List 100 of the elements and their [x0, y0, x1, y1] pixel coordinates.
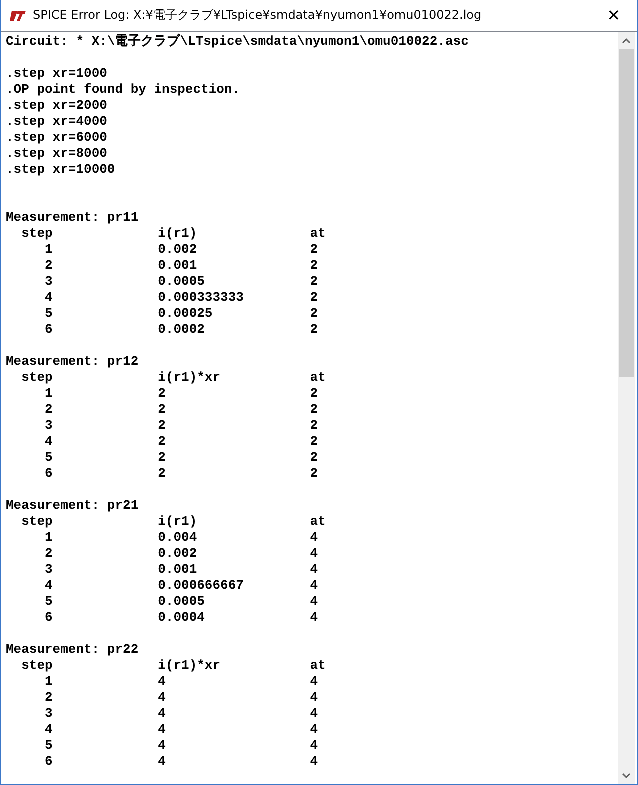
table-cell: 0.0005 [158, 274, 205, 289]
log-line: .step xr=2000 [6, 98, 108, 114]
log-line: .step xr=10000 [6, 162, 116, 178]
table-cell: 3 [45, 562, 53, 577]
table-cell: 0.000666667 [158, 578, 244, 593]
table-cell: 6 [45, 754, 53, 769]
close-button[interactable]: ✕ [591, 0, 637, 31]
app-logo-icon [9, 10, 27, 22]
table-cell: 2 [158, 466, 166, 481]
table-cell: 1 [45, 674, 53, 689]
table-cell: 4 [310, 610, 318, 625]
table-cell: 2 [310, 290, 318, 305]
column-header: i(r1) [158, 226, 198, 241]
measurement-title: Measurement: pr22 [6, 642, 140, 658]
column-header: i(r1)*xr [158, 658, 221, 673]
table-cell: 4 [158, 754, 166, 769]
table-cell: 4 [310, 546, 318, 561]
table-cell: 2 [45, 546, 53, 561]
table-cell: 4 [310, 754, 318, 769]
table-cell: 4 [310, 594, 318, 609]
table-cell: 2 [310, 242, 318, 257]
table-cell: 5 [45, 306, 53, 321]
table-cell: 2 [310, 418, 318, 433]
table-cell: 0.004 [158, 530, 198, 545]
table-cell: 4 [158, 722, 166, 737]
column-header: i(r1) [158, 514, 198, 529]
log-line: .step xr=8000 [6, 146, 108, 162]
table-cell: 0.0002 [158, 322, 205, 337]
table-cell: 3 [45, 418, 53, 433]
table-cell: 0.000333333 [158, 290, 244, 305]
column-header: step [22, 514, 53, 529]
log-line: .step xr=4000 [6, 114, 108, 130]
table-cell: 2 [310, 450, 318, 465]
table-cell: 2 [158, 434, 166, 449]
measurement-title: Measurement: pr12 [6, 354, 140, 370]
table-cell: 6 [45, 466, 53, 481]
table-cell: 2 [158, 402, 166, 417]
table-cell: 4 [310, 690, 318, 705]
table-cell: 5 [45, 450, 53, 465]
table-cell: 2 [45, 258, 53, 273]
log-line: .step xr=6000 [6, 130, 108, 146]
circuit-path-line: Circuit: * X:\電子クラブ\LTspice\smdata\nyumon1\omu010022.asc [6, 34, 470, 50]
table-cell: 2 [158, 418, 166, 433]
table-cell: 0.001 [158, 258, 198, 273]
table-cell: 6 [45, 610, 53, 625]
column-header: at [310, 370, 326, 385]
table-cell: 2 [158, 450, 166, 465]
table-cell: 0.00025 [158, 306, 213, 321]
table-cell: 2 [45, 402, 53, 417]
table-cell: 4 [310, 674, 318, 689]
table-cell: 4 [45, 722, 53, 737]
table-cell: 4 [158, 690, 166, 705]
table-cell: 4 [45, 434, 53, 449]
window-title: SPICE Error Log: X:¥電子クラブ¥LTspice¥smdata¥nyumon1¥omu010022.log [33, 7, 483, 24]
table-cell: 5 [45, 738, 53, 753]
table-cell: 5 [45, 594, 53, 609]
table-cell: 1 [45, 386, 53, 401]
scrollbar[interactable] [618, 32, 635, 784]
table-cell: 4 [310, 722, 318, 737]
scroll-down-icon[interactable] [622, 772, 631, 778]
table-cell: 4 [45, 290, 53, 305]
table-cell: 4 [310, 530, 318, 545]
log-line: .step xr=1000 [6, 66, 108, 82]
log-line: .OP point found by inspection. [6, 82, 242, 98]
table-cell: 0.0005 [158, 594, 205, 609]
column-header: step [22, 226, 53, 241]
table-cell: 4 [310, 562, 318, 577]
table-cell: 2 [310, 274, 318, 289]
table-cell: 2 [310, 306, 318, 321]
table-cell: 4 [158, 706, 166, 721]
table-cell: 3 [45, 706, 53, 721]
scroll-up-icon[interactable] [622, 38, 631, 44]
table-cell: 2 [310, 258, 318, 273]
table-cell: 2 [310, 466, 318, 481]
table-cell: 0.002 [158, 242, 198, 257]
column-header: i(r1)*xr [158, 370, 221, 385]
table-cell: 3 [45, 274, 53, 289]
table-cell: 4 [158, 738, 166, 753]
table-cell: 6 [45, 322, 53, 337]
table-cell: 4 [310, 578, 318, 593]
table-cell: 2 [45, 690, 53, 705]
column-header: step [22, 658, 53, 673]
table-cell: 0.002 [158, 546, 198, 561]
table-cell: 4 [158, 674, 166, 689]
table-cell: 4 [310, 706, 318, 721]
column-header: at [310, 658, 326, 673]
table-cell: 2 [158, 386, 166, 401]
table-cell: 1 [45, 530, 53, 545]
column-header: at [310, 514, 326, 529]
column-header: at [310, 226, 326, 241]
measurement-title: Measurement: pr21 [6, 498, 140, 514]
column-header: step [22, 370, 53, 385]
table-cell: 2 [310, 434, 318, 449]
measurement-title: Measurement: pr11 [6, 210, 140, 226]
table-cell: 0.001 [158, 562, 198, 577]
table-cell: 2 [310, 322, 318, 337]
table-cell: 4 [310, 738, 318, 753]
table-cell: 2 [310, 386, 318, 401]
scroll-thumb[interactable] [619, 49, 634, 377]
table-cell: 2 [310, 402, 318, 417]
